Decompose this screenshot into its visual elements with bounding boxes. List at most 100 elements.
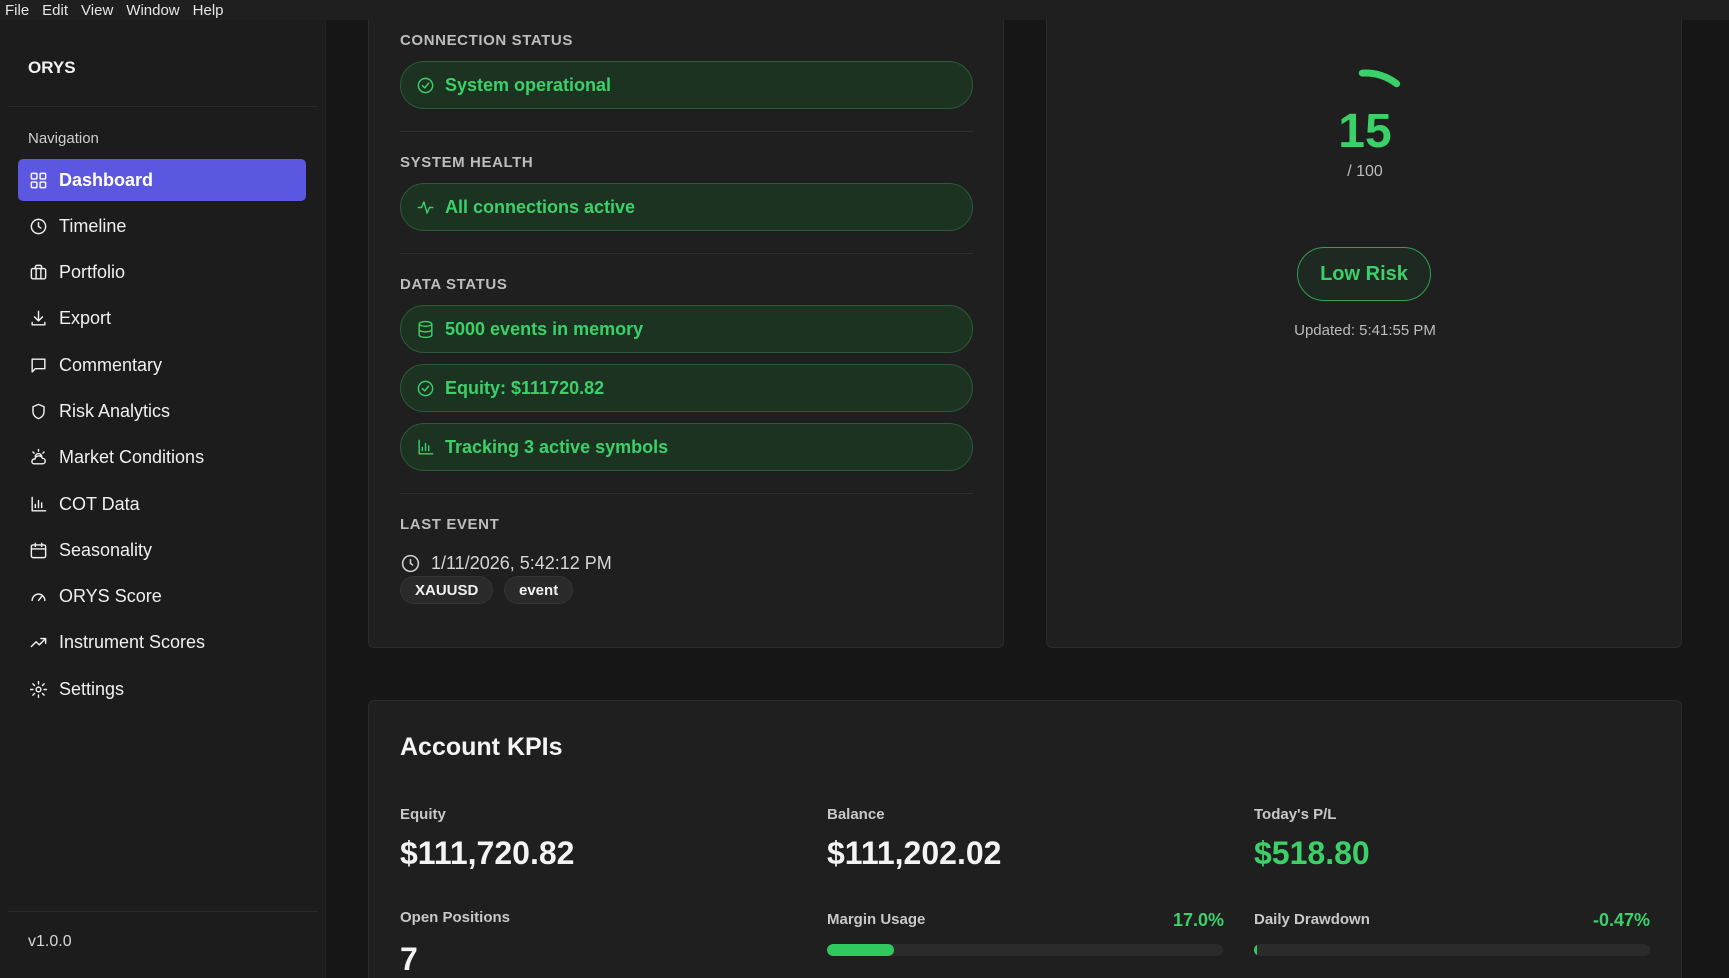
sidebar-item-settings[interactable]: Settings	[18, 668, 306, 710]
sidebar-item-seasonality[interactable]: Seasonality	[18, 529, 306, 571]
nav-list: Dashboard Timeline Portfolio Export Comm…	[18, 159, 306, 715]
clock-icon	[28, 216, 48, 236]
sidebar-item-label: Dashboard	[59, 169, 154, 190]
equity-label: Equity	[400, 806, 446, 823]
sidebar-item-label: ORYS Score	[59, 586, 162, 607]
daily-drawdown-fill	[1254, 944, 1257, 956]
sidebar: ORYS Navigation Dashboard Timeline Portf…	[0, 20, 326, 978]
last-event-time: 1/11/2026, 5:42:12 PM	[400, 553, 612, 574]
kpi-section-title: Account KPIs	[400, 733, 563, 761]
system-health-pill: All connections active	[400, 183, 973, 231]
event-type-tag: event	[504, 576, 574, 604]
menu-edit[interactable]: Edit	[37, 2, 76, 19]
margin-usage-label: Margin Usage	[827, 911, 926, 928]
check-circle-icon	[417, 77, 434, 93]
data-status-label: DATA STATUS	[400, 276, 508, 293]
sidebar-divider	[8, 911, 318, 912]
section-divider	[400, 253, 973, 254]
sidebar-item-commentary[interactable]: Commentary	[18, 344, 306, 386]
activity-icon	[417, 200, 434, 214]
menu-bar: File Edit View Window Help	[0, 0, 1729, 20]
trending-up-icon	[28, 633, 48, 653]
connection-status-pill: System operational	[400, 61, 973, 109]
connection-status-label: CONNECTION STATUS	[400, 32, 573, 49]
menu-help[interactable]: Help	[188, 2, 232, 19]
sidebar-item-risk-analytics[interactable]: Risk Analytics	[18, 390, 306, 432]
connection-status-value: System operational	[445, 74, 612, 95]
open-positions-label: Open Positions	[400, 909, 511, 926]
sidebar-item-export[interactable]: Export	[18, 298, 306, 340]
sidebar-item-label: Portfolio	[59, 262, 126, 283]
menu-view[interactable]: View	[76, 2, 121, 19]
bar-chart-icon	[28, 494, 48, 514]
system-health-value: All connections active	[445, 196, 636, 217]
sidebar-item-label: Export	[59, 308, 112, 329]
daily-drawdown-bar	[1254, 944, 1650, 956]
updated-timestamp: Updated: 5:41:55 PM	[1294, 322, 1436, 339]
data-equity-value: Equity: $111720.82	[445, 377, 605, 398]
balance-value: $111,202.02	[827, 835, 1002, 871]
sidebar-divider	[8, 106, 318, 107]
brand-logo: ORYS	[28, 58, 76, 77]
daily-drawdown-percent: -0.47%	[1592, 910, 1650, 930]
last-event-timestamp: 1/11/2026, 5:42:12 PM	[431, 553, 612, 573]
data-equity-pill: Equity: $111720.82	[400, 364, 973, 412]
sidebar-item-label: Seasonality	[59, 539, 153, 560]
balance-label: Balance	[827, 806, 885, 823]
gear-icon	[28, 679, 48, 699]
daily-drawdown-label: Daily Drawdown	[1254, 911, 1370, 928]
data-events-value: 5000 events in memory	[445, 318, 644, 339]
account-kpis-card: Account KPIs Equity $111,720.82 Balance …	[368, 700, 1682, 978]
gauge-icon	[28, 587, 48, 607]
sidebar-item-orys-score[interactable]: ORYS Score	[18, 576, 306, 618]
message-icon	[28, 355, 48, 375]
sidebar-item-label: Market Conditions	[59, 447, 205, 468]
risk-level-badge: Low Risk	[1297, 247, 1431, 301]
gauge-fill-arc	[1358, 69, 1401, 88]
cloud-sun-icon	[28, 448, 48, 468]
score-value: 15	[1338, 105, 1392, 158]
sidebar-item-cot-data[interactable]: COT Data	[18, 483, 306, 525]
sidebar-item-timeline[interactable]: Timeline	[18, 205, 306, 247]
briefcase-icon	[28, 263, 48, 283]
calendar-icon	[28, 540, 48, 560]
open-positions-value: 7	[400, 941, 418, 977]
equity-value: $111,720.82	[400, 835, 575, 871]
version-label: v1.0.0	[28, 933, 72, 950]
data-symbols-value: Tracking 3 active symbols	[445, 436, 669, 457]
sidebar-item-market-conditions[interactable]: Market Conditions	[18, 437, 306, 479]
margin-usage-fill	[827, 944, 895, 956]
download-icon	[28, 309, 48, 329]
menu-file[interactable]: File	[0, 2, 37, 19]
check-circle-icon	[417, 380, 434, 396]
data-events-pill: 5000 events in memory	[400, 305, 973, 353]
sidebar-item-label: Instrument Scores	[59, 632, 206, 653]
system-health-label: SYSTEM HEALTH	[400, 154, 534, 171]
sidebar-item-label: COT Data	[59, 493, 140, 514]
todays-pl-value: $518.80	[1254, 835, 1370, 871]
shield-icon	[28, 401, 48, 421]
nav-heading: Navigation	[28, 130, 99, 147]
menu-window[interactable]: Window	[121, 2, 187, 19]
sidebar-item-label: Commentary	[59, 354, 163, 375]
sidebar-item-label: Settings	[59, 678, 125, 699]
margin-usage-bar	[827, 944, 1223, 956]
margin-usage-percent: 17.0%	[1172, 910, 1224, 930]
score-max: / 100	[1347, 163, 1383, 180]
data-symbols-pill: Tracking 3 active symbols	[400, 423, 973, 471]
section-divider	[400, 131, 973, 132]
sidebar-item-label: Risk Analytics	[59, 400, 171, 421]
sidebar-item-portfolio[interactable]: Portfolio	[18, 252, 306, 294]
system-status-card: CONNECTION STATUS System operational SYS…	[368, 20, 1004, 648]
todays-pl-label: Today's P/L	[1254, 806, 1337, 823]
section-divider	[400, 493, 973, 494]
database-icon	[418, 320, 433, 338]
last-event-label: LAST EVENT	[400, 516, 500, 533]
sidebar-item-dashboard[interactable]: Dashboard	[18, 159, 306, 201]
clock-icon	[401, 554, 420, 573]
bar-chart-icon	[418, 439, 434, 455]
sidebar-item-instrument-scores[interactable]: Instrument Scores	[18, 622, 306, 664]
symbol-tag: XAUUSD	[400, 576, 494, 604]
grid-icon	[28, 170, 48, 190]
sidebar-item-label: Timeline	[59, 215, 127, 236]
